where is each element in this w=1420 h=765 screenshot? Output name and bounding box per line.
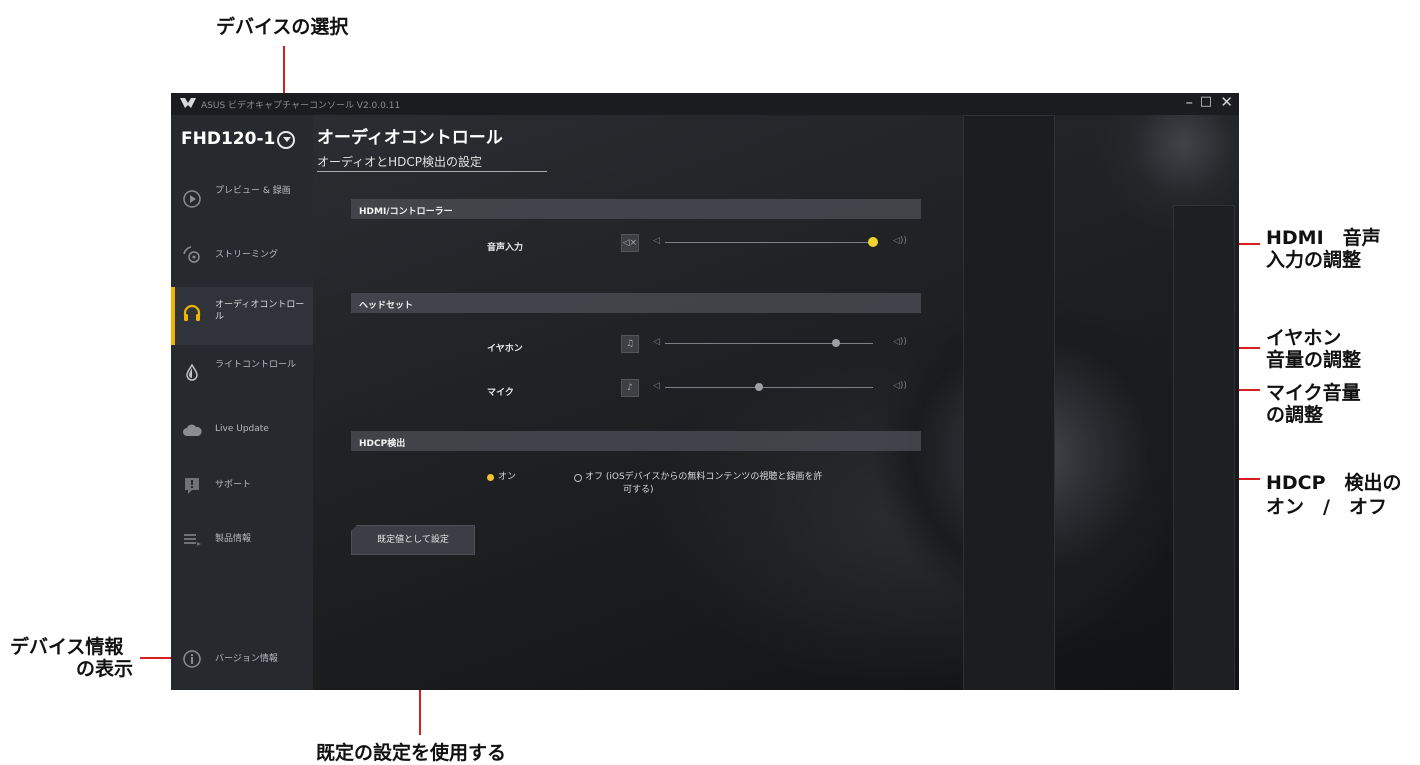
sidebar-item-version-info[interactable]: バージョン情報 (171, 633, 313, 689)
support-icon (185, 478, 199, 494)
hdcp-off-radio[interactable] (574, 474, 582, 482)
page-title: オーディオコントロール (317, 128, 503, 148)
hdcp-off-label-continued[interactable]: 可する) (623, 484, 654, 496)
sidebar-item-label: Live Update (215, 424, 269, 434)
sidebar-item-label: ストリーミング (215, 250, 279, 260)
info-icon (183, 650, 201, 668)
background-pipe (1173, 205, 1235, 690)
app-window: ASUS ビデオキャプチャーコンソール V2.0.0.11 – □ ✕ FHD1… (171, 93, 1239, 690)
hdcp-callout-line2: オン / オフ (1266, 496, 1387, 518)
play-icon (183, 190, 201, 208)
device-dropdown-icon[interactable] (277, 131, 295, 149)
sidebar-item-label: 製品情報 (215, 534, 252, 544)
sidebar-item-live-update[interactable]: Live Update (171, 405, 313, 461)
sidebar-item-preview[interactable]: プレビュー & 録画 (171, 173, 313, 229)
close-button[interactable]: ✕ (1220, 93, 1233, 111)
audio-input-mute-button[interactable]: ◁× (621, 234, 639, 252)
earphone-slider[interactable] (665, 343, 873, 344)
streaming-icon (183, 246, 200, 263)
hdmi-callout-line1: HDMI 音声 (1266, 227, 1381, 249)
main-panel: オーディオコントロール オーディオとHDCP検出の設定 HDMI/コントローラー… (313, 115, 1239, 690)
volume-high-icon: ◁)) (893, 381, 907, 391)
sidebar-item-audio-control[interactable]: オーディオコントロール (171, 287, 313, 345)
mic-mute-button[interactable]: ♪ (621, 379, 639, 397)
audio-input-label: 音声入力 (487, 243, 524, 253)
earphone-label: イヤホン (487, 344, 523, 354)
mic-callout-line1: マイク音量 (1266, 382, 1361, 404)
sidebar-item-label: ライトコントロール (215, 360, 297, 370)
hdcp-on-label[interactable]: オン (498, 471, 516, 483)
window-title: ASUS ビデオキャプチャーコンソール V2.0.0.11 (201, 101, 401, 111)
minimize-button[interactable]: – (1186, 93, 1194, 111)
menu-lines-icon (184, 534, 201, 546)
hdmi-section-header: HDMI/コントローラー (351, 199, 921, 219)
device-info-callout-line2: の表示 (76, 658, 134, 680)
hdmi-callout-line2: 入力の調整 (1266, 249, 1362, 271)
sidebar-item-support[interactable]: サポート (171, 459, 313, 515)
volume-low-icon: ◁ (653, 381, 660, 391)
volume-high-icon: ◁)) (893, 337, 907, 347)
device-name: FHD120-1 (181, 129, 276, 149)
sidebar-item-label: オーディオコントロール (215, 300, 305, 322)
hdcp-off-label[interactable]: オフ (iOSデバイスからの無料コンテンツの視聴と録画を許 (585, 471, 822, 483)
title-bar: ASUS ビデオキャプチャーコンソール V2.0.0.11 – □ ✕ (171, 93, 1239, 115)
volume-low-icon: ◁ (653, 337, 660, 347)
earphone-callout-line1: イヤホン (1266, 327, 1342, 349)
hdcp-on-radio[interactable] (487, 474, 494, 481)
headset-section-header: ヘッドセット (351, 293, 921, 313)
sidebar-item-label: サポート (215, 480, 252, 490)
volume-high-icon: ◁)) (893, 236, 907, 246)
set-as-default-button[interactable]: 既定値として設定 (351, 525, 475, 555)
mic-slider-knob[interactable] (754, 383, 763, 391)
hdcp-section-title: HDCP検出 (359, 439, 406, 449)
audio-input-slider[interactable] (665, 242, 873, 243)
background-pipe (963, 115, 1055, 690)
earphone-callout-line2: 音量の調整 (1266, 349, 1362, 371)
earphone-mute-button[interactable]: ♫ (621, 335, 639, 353)
hdcp-section-header: HDCP検出 (351, 431, 921, 451)
headset-section-title: ヘッドセット (359, 301, 414, 311)
sidebar-item-label: バージョン情報 (215, 654, 278, 664)
audio-input-slider-knob[interactable] (868, 237, 878, 247)
light-drop-icon (186, 363, 198, 381)
sidebar-item-light-control[interactable]: ライトコントロール (171, 347, 313, 403)
use-default-callout: 既定の設定を使用する (316, 742, 507, 764)
device-info-callout-line1: デバイス情報 (10, 636, 124, 658)
device-select-callout: デバイスの選択 (216, 16, 349, 38)
sidebar-item-streaming[interactable]: ストリーミング (171, 229, 313, 285)
volume-low-icon: ◁ (653, 236, 660, 246)
sidebar-item-label: プレビュー & 録画 (215, 186, 291, 196)
mic-callout-line2: の調整 (1266, 404, 1324, 426)
headphones-icon (183, 304, 201, 321)
mic-slider[interactable] (665, 387, 873, 388)
earphone-slider-knob[interactable] (831, 339, 840, 347)
tuf-logo-icon (180, 98, 196, 108)
page-subtitle: オーディオとHDCP検出の設定 (317, 155, 483, 169)
hdmi-section-title: HDMI/コントローラー (359, 207, 453, 217)
sidebar: FHD120-1 プレビュー & 録画 ストリーミング オーディオコントロール … (171, 115, 313, 690)
cloud-icon (183, 424, 202, 436)
hdcp-callout-line1: HDCP 検出の (1266, 472, 1402, 494)
maximize-button[interactable]: □ (1200, 94, 1212, 109)
mic-label: マイク (487, 388, 514, 398)
sidebar-item-product-info[interactable]: 製品情報 (171, 513, 313, 569)
subtitle-underline (317, 171, 547, 172)
